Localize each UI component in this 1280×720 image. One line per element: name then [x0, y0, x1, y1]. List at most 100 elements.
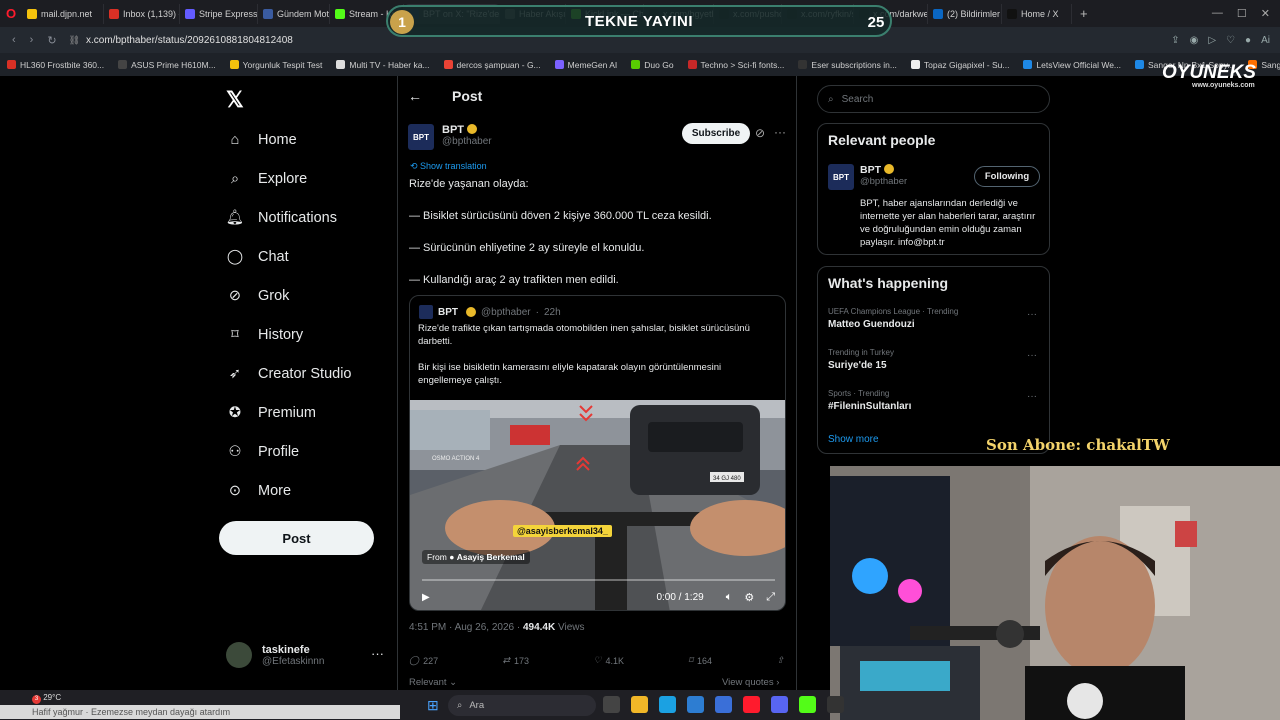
windows-start-icon[interactable]: ⊞	[427, 697, 439, 714]
bookmark-item[interactable]: Topaz Gigapixel - Su...	[904, 60, 1017, 70]
opera-logo-icon[interactable]: O	[0, 0, 22, 27]
account-name: taskinefe	[262, 643, 310, 656]
volume-icon[interactable]: 🔈︎	[726, 591, 733, 604]
more-icon[interactable]: ···	[774, 125, 786, 139]
fullscreen-icon[interactable]: ⤢	[766, 591, 775, 604]
more-icon[interactable]: ···	[1027, 350, 1037, 361]
reply-button[interactable]: ◯ 227	[409, 655, 438, 666]
taskbar-search[interactable]: ⌕ Ara	[448, 695, 596, 716]
repost-button[interactable]: ⇄ 173	[502, 655, 529, 666]
weather-widget[interactable]: 3 29°C	[32, 693, 61, 704]
browser-tab[interactable]: Stripe Express	[180, 3, 258, 24]
nav-item-history[interactable]: ⌑ History	[226, 315, 352, 354]
nav-item-more[interactable]: ⊙ More	[226, 471, 352, 510]
quoted-time: 22h	[543, 306, 561, 318]
store-icon[interactable]	[715, 696, 732, 713]
back-icon[interactable]: ‹	[12, 34, 16, 47]
heart-icon[interactable]: ♡	[1226, 35, 1235, 46]
bookmark-item[interactable]: Yorgunluk Tespit Test	[223, 60, 330, 70]
settings-icon[interactable]: ⚙	[744, 591, 754, 604]
opera-icon[interactable]	[743, 696, 760, 713]
author-avatar[interactable]: BPT	[408, 124, 434, 150]
bookmark-item[interactable]: dercos şampuan - G...	[437, 60, 548, 70]
trend-item[interactable]: Sports · Trending #FileninSultanları	[828, 389, 911, 412]
nav-item-notifications[interactable]: 🔔︎ Notifications	[226, 198, 352, 237]
browser-tab[interactable]: mail.djpn.net	[22, 3, 104, 24]
nav-item-explore[interactable]: ⌕ Explore	[226, 159, 352, 198]
kick-icon[interactable]	[799, 696, 816, 713]
nav-item-chat[interactable]: ◯ Chat	[226, 237, 352, 276]
camera-icon[interactable]: ◉	[1190, 35, 1199, 46]
profile-icon[interactable]: ●	[1245, 35, 1251, 46]
video-progress[interactable]	[422, 579, 775, 581]
subscribe-button[interactable]: Subscribe	[682, 123, 750, 144]
grok-icon[interactable]: ⊘	[755, 126, 765, 140]
edge-icon[interactable]	[659, 696, 676, 713]
browser-tab[interactable]: Gündem Motor	[258, 3, 330, 24]
x-logo-icon[interactable]: 𝕏	[226, 87, 244, 113]
play-icon[interactable]: ▷	[1208, 35, 1216, 46]
play-icon[interactable]: ▶	[422, 592, 430, 603]
post-author[interactable]: BPT BPT @bpthaber	[408, 124, 492, 150]
sort-dropdown[interactable]: Relevant ⌄	[409, 677, 457, 688]
following-button[interactable]: Following	[974, 166, 1040, 187]
copilot-icon[interactable]	[687, 696, 704, 713]
show-more-link[interactable]: Show more	[828, 434, 879, 445]
nav-item-grok[interactable]: ⊘ Grok	[226, 276, 352, 315]
bookmark-item[interactable]: Duo Go	[624, 60, 680, 70]
bookmark-item[interactable]: LetsView Official We...	[1016, 60, 1128, 70]
bookmark-item[interactable]: MemeGen AI	[548, 60, 625, 70]
reload-icon[interactable]: ↻	[47, 34, 56, 47]
bookmark-item[interactable]: Techno > Sci-fi fonts...	[681, 60, 792, 70]
more-icon[interactable]: ···	[371, 646, 384, 661]
nav-item-home[interactable]: ⌂ Home	[226, 120, 352, 159]
nav-item-label: Chat	[258, 248, 289, 265]
whats-happening-card: What's happening UEFA Champions League ·…	[817, 266, 1050, 454]
bookmark-button[interactable]: ⌑ 164	[688, 655, 712, 666]
nav-item-creator-studio[interactable]: ➶ Creator Studio	[226, 354, 352, 393]
url-field[interactable]: x.com/bpthaber/status/209261088180481240…	[86, 35, 293, 46]
maximize-icon[interactable]: ☐	[1237, 7, 1247, 20]
nav-item-profile[interactable]: ⚇ Profile	[226, 432, 352, 471]
close-icon[interactable]: ✕	[1261, 7, 1270, 20]
show-translation-link[interactable]: ⟲ Show translation	[410, 161, 487, 172]
post-timestamp[interactable]: 4:51 PM · Aug 26, 2026 ·	[409, 622, 520, 633]
author-handle[interactable]: @bpthaber	[442, 136, 492, 147]
bookmark-item[interactable]: HL360 Frostbite 360...	[0, 60, 111, 70]
browser-tab[interactable]: Home / X	[1002, 3, 1072, 24]
reply-icon: ◯	[409, 655, 420, 665]
search-input[interactable]: ⌕ Search	[817, 85, 1050, 113]
share-button[interactable]: ⇧	[776, 655, 784, 666]
ai-icon[interactable]: Ai	[1261, 35, 1270, 46]
view-quotes-link[interactable]: View quotes ›	[722, 677, 779, 688]
like-button[interactable]: ♡ 4.1K	[593, 655, 624, 666]
more-icon[interactable]: ···	[1027, 309, 1037, 320]
minimize-icon[interactable]: —	[1212, 7, 1223, 20]
forward-icon[interactable]: ›	[30, 34, 34, 47]
trend-item[interactable]: UEFA Champions League · Trending Matteo …	[828, 307, 958, 330]
file-explorer-icon[interactable]	[631, 696, 648, 713]
relevant-person[interactable]: BPT BPT @bpthaber	[828, 164, 907, 190]
new-tab-icon[interactable]: +	[1072, 6, 1096, 21]
video-source[interactable]: From ● Asayiş Berkemal	[422, 550, 530, 564]
person-avatar[interactable]: BPT	[828, 164, 854, 190]
discord-icon[interactable]	[771, 696, 788, 713]
nav-item-premium[interactable]: ✪ Premium	[226, 393, 352, 432]
bookmark-item[interactable]: ASUS Prime H610M...	[111, 60, 223, 70]
back-arrow-icon[interactable]: ←	[408, 88, 422, 104]
share-icon[interactable]: ⇪	[1171, 35, 1179, 46]
author-name[interactable]: BPT	[442, 124, 464, 136]
quoted-post[interactable]: BPT @bpthaber · 22h Rize'de trafikte çık…	[409, 295, 786, 611]
trend-item[interactable]: Trending in Turkey Suriye'de 15	[828, 348, 894, 371]
bookmark-item[interactable]: Eser subscriptions in...	[791, 60, 904, 70]
view-count: 494.4K	[522, 622, 556, 633]
account-switcher[interactable]: taskinefe @Efetaskinnn ···	[226, 642, 384, 668]
browser-tab[interactable]: Inbox (1,139) -	[104, 3, 180, 24]
more-icon[interactable]: ···	[1027, 391, 1037, 402]
post-button[interactable]: Post	[219, 521, 374, 555]
video-player[interactable]: 34 GJ 480 OSMO ACTION 4 @asayisberkemal3…	[410, 400, 785, 610]
task-view-icon[interactable]	[603, 696, 620, 713]
bookmark-item[interactable]: Multi TV - Haber ka...	[329, 60, 436, 70]
obs-icon[interactable]	[827, 696, 844, 713]
browser-tab[interactable]: (2) Bildirimler |	[928, 3, 1002, 24]
